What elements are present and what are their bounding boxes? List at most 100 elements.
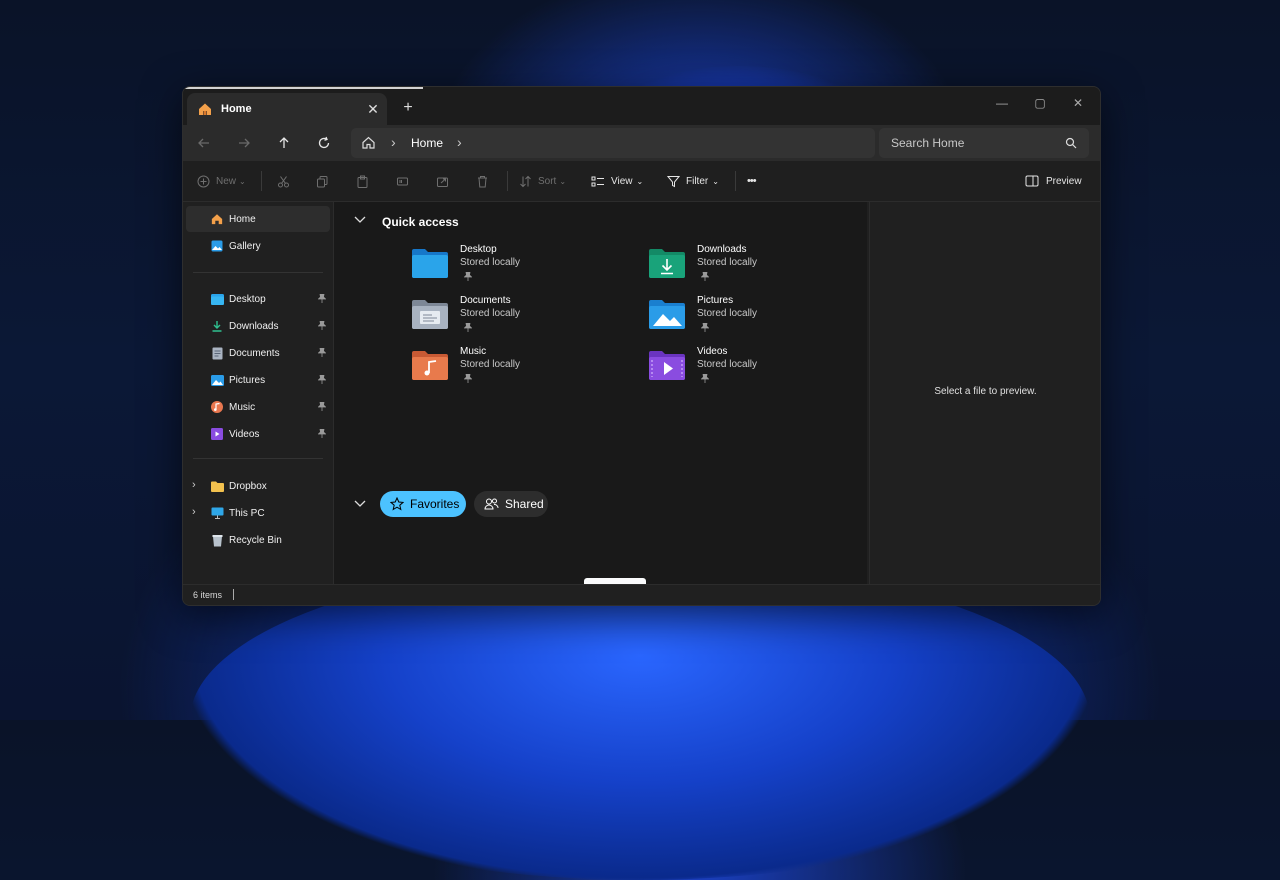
chevron-down-icon: ⌄ xyxy=(239,176,246,186)
filter-label: Filter xyxy=(686,175,709,187)
folder-icon xyxy=(210,479,224,493)
expand-chevron-icon[interactable]: › xyxy=(192,506,196,518)
sidebar-item-recycle-bin[interactable]: Recycle Bin xyxy=(186,527,330,553)
quick-access-item-documents[interactable]: Documents Stored locally xyxy=(412,295,632,343)
item-status: Stored locally xyxy=(460,308,521,319)
quick-access-heading[interactable]: Quick access xyxy=(382,215,459,229)
recycle-bin-icon xyxy=(210,533,224,547)
sidebar-item-dropbox[interactable]: › Dropbox xyxy=(186,473,330,499)
expand-chevron-icon[interactable]: › xyxy=(192,479,196,491)
close-window-button[interactable]: ✕ xyxy=(1059,91,1097,115)
search-placeholder: Search Home xyxy=(891,136,965,150)
filter-button[interactable]: Filter ⌄ xyxy=(667,173,719,189)
preview-message: Select a file to preview. xyxy=(934,386,1037,397)
sidebar-item-pictures[interactable]: Pictures xyxy=(186,367,330,393)
back-button[interactable] xyxy=(191,131,217,155)
sidebar-item-this-pc[interactable]: › This PC xyxy=(186,500,330,526)
pin-icon[interactable] xyxy=(317,347,327,360)
music-icon xyxy=(210,400,224,414)
pin-icon[interactable] xyxy=(317,428,327,441)
sidebar-item-label: Desktop xyxy=(229,293,266,305)
pin-icon[interactable] xyxy=(317,320,327,333)
preview-pane-button[interactable]: Preview xyxy=(1025,173,1082,189)
more-options-button[interactable]: ••• xyxy=(747,173,757,189)
pin-icon[interactable] xyxy=(317,401,327,414)
paste-button[interactable] xyxy=(356,173,369,189)
collapse-chevron-icon[interactable] xyxy=(354,500,366,508)
favorites-tab[interactable]: Favorites xyxy=(380,491,466,517)
pin-icon[interactable] xyxy=(317,293,327,306)
share-button[interactable] xyxy=(436,173,449,189)
documents-folder-icon xyxy=(412,300,448,329)
quick-access-item-music[interactable]: Music Stored locally xyxy=(412,346,632,394)
breadcrumb-home[interactable]: Home xyxy=(411,136,443,150)
sort-button[interactable]: Sort ⌄ xyxy=(519,173,566,189)
file-explorer-window: Home ✕ + — ▢ ✕ › Home › Search Home New … xyxy=(182,86,1101,606)
quick-access-item-videos[interactable]: Videos Stored locally xyxy=(649,346,869,394)
active-tab-indicator xyxy=(185,87,423,89)
quick-access-item-pictures[interactable]: Pictures Stored locally xyxy=(649,295,869,343)
shared-label: Shared xyxy=(505,497,544,511)
delete-button[interactable] xyxy=(476,173,489,189)
sidebar-item-desktop[interactable]: Desktop xyxy=(186,286,330,312)
tab-label: Home xyxy=(221,103,252,115)
gallery-icon xyxy=(210,239,224,253)
sidebar-item-label: Home xyxy=(229,213,256,225)
up-button[interactable] xyxy=(271,131,297,155)
minimize-button[interactable]: — xyxy=(983,91,1021,115)
address-home-icon[interactable] xyxy=(361,135,376,155)
pin-icon xyxy=(464,374,472,383)
sidebar-item-documents[interactable]: Documents xyxy=(186,340,330,366)
item-status: Stored locally xyxy=(697,359,758,370)
sidebar-item-videos[interactable]: Videos xyxy=(186,421,330,447)
collapse-chevron-icon[interactable] xyxy=(354,216,366,224)
downloads-folder-icon xyxy=(649,249,685,278)
desktop-folder-icon xyxy=(412,249,448,278)
item-name: Music xyxy=(460,346,487,357)
refresh-button[interactable] xyxy=(311,131,337,155)
toolbar-divider xyxy=(507,171,508,191)
sidebar-item-label: Pictures xyxy=(229,374,266,386)
view-list-icon xyxy=(591,176,604,186)
tab-close-icon[interactable]: ✕ xyxy=(359,101,387,118)
sidebar-item-home[interactable]: Home xyxy=(186,206,330,232)
pin-icon[interactable] xyxy=(317,374,327,387)
shared-tab[interactable]: Shared xyxy=(474,491,548,517)
breadcrumb-separator[interactable]: › xyxy=(391,134,396,150)
documents-icon xyxy=(210,346,224,360)
status-bar: 6 items xyxy=(183,584,1100,605)
new-button[interactable]: New ⌄ xyxy=(197,173,246,189)
copy-button[interactable] xyxy=(316,173,329,189)
maximize-button[interactable]: ▢ xyxy=(1021,91,1059,115)
pictures-icon xyxy=(210,373,224,387)
quick-access-item-downloads[interactable]: Downloads Stored locally xyxy=(649,244,869,292)
cut-button[interactable] xyxy=(277,173,290,189)
downloads-icon xyxy=(210,319,224,333)
item-name: Pictures xyxy=(697,295,734,306)
tab-home[interactable]: Home ✕ xyxy=(187,93,387,125)
copy-icon xyxy=(317,175,328,187)
sidebar-item-music[interactable]: Music xyxy=(186,394,330,420)
sidebar-item-gallery[interactable]: Gallery xyxy=(186,233,330,259)
quick-access-item-desktop[interactable]: Desktop Stored locally xyxy=(412,244,632,292)
monitor-icon xyxy=(210,506,224,520)
desktop-folder-icon xyxy=(210,292,224,306)
new-tab-button[interactable]: + xyxy=(397,97,419,119)
item-name: Downloads xyxy=(697,244,747,255)
address-bar[interactable]: › Home › xyxy=(351,128,875,158)
chevron-down-icon: ⌄ xyxy=(559,176,567,186)
refresh-icon xyxy=(318,136,330,149)
sidebar-item-label: Music xyxy=(229,401,256,413)
view-button[interactable]: View ⌄ xyxy=(591,173,643,189)
pin-icon xyxy=(701,323,709,332)
status-divider xyxy=(233,589,234,600)
breadcrumb-chevron[interactable]: › xyxy=(457,134,462,150)
search-input[interactable]: Search Home xyxy=(879,128,1089,158)
new-label: New xyxy=(216,175,237,187)
forward-button[interactable] xyxy=(231,131,257,155)
sidebar-item-downloads[interactable]: Downloads xyxy=(186,313,330,339)
pictures-folder-icon xyxy=(649,300,685,329)
back-arrow-icon xyxy=(198,138,209,148)
rename-button[interactable] xyxy=(396,173,409,189)
content-area: Quick access Desktop Stored locally Down… xyxy=(334,202,1014,605)
